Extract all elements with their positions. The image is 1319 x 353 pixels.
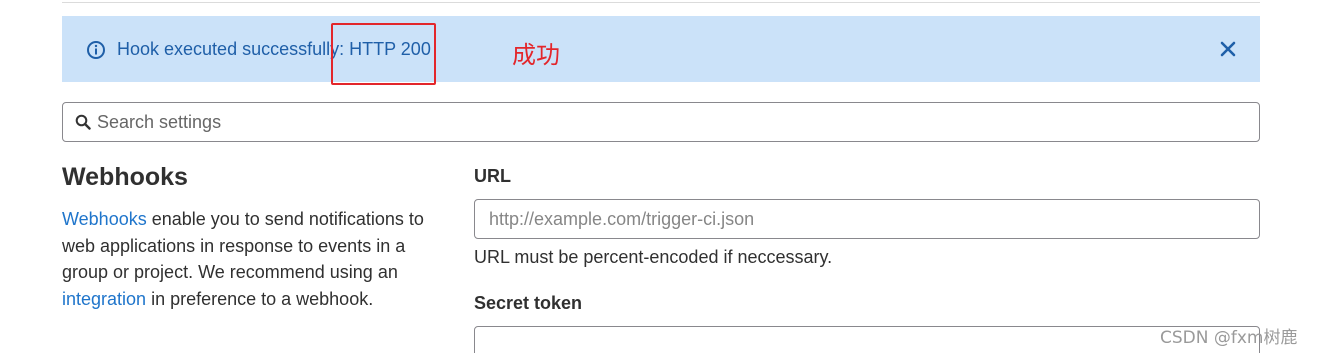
success-alert: Hook executed successfully: HTTP 200 <box>62 16 1260 82</box>
webhooks-title: Webhooks <box>62 163 188 191</box>
search-settings-box[interactable] <box>62 102 1260 142</box>
secret-token-input[interactable] <box>474 326 1260 353</box>
url-label: URL <box>474 166 511 186</box>
settings-page: Hook executed successfully: HTTP 200 成功 … <box>0 0 1319 353</box>
info-icon <box>86 40 106 60</box>
url-input[interactable] <box>474 199 1260 239</box>
search-input[interactable] <box>97 103 1247 141</box>
url-help-text: URL must be percent-encoded if neccessar… <box>474 247 833 267</box>
integration-link[interactable]: integration <box>62 289 146 309</box>
close-icon[interactable] <box>1218 39 1238 59</box>
alert-message-text: Hook executed successfully: <box>117 39 350 59</box>
top-divider <box>62 2 1260 3</box>
webhooks-link[interactable]: Webhooks <box>62 209 147 229</box>
annotation-highlight-box <box>331 23 436 85</box>
watermark: CSDN @fxm树鹿 <box>1160 328 1298 348</box>
webhooks-desc-text-2: in preference to a webhook. <box>146 288 374 309</box>
search-icon <box>75 114 91 130</box>
webhooks-description: Webhooks enable you to send notification… <box>62 206 432 312</box>
secret-token-label: Secret token <box>474 293 583 313</box>
annotation-text: 成功 <box>512 41 560 69</box>
